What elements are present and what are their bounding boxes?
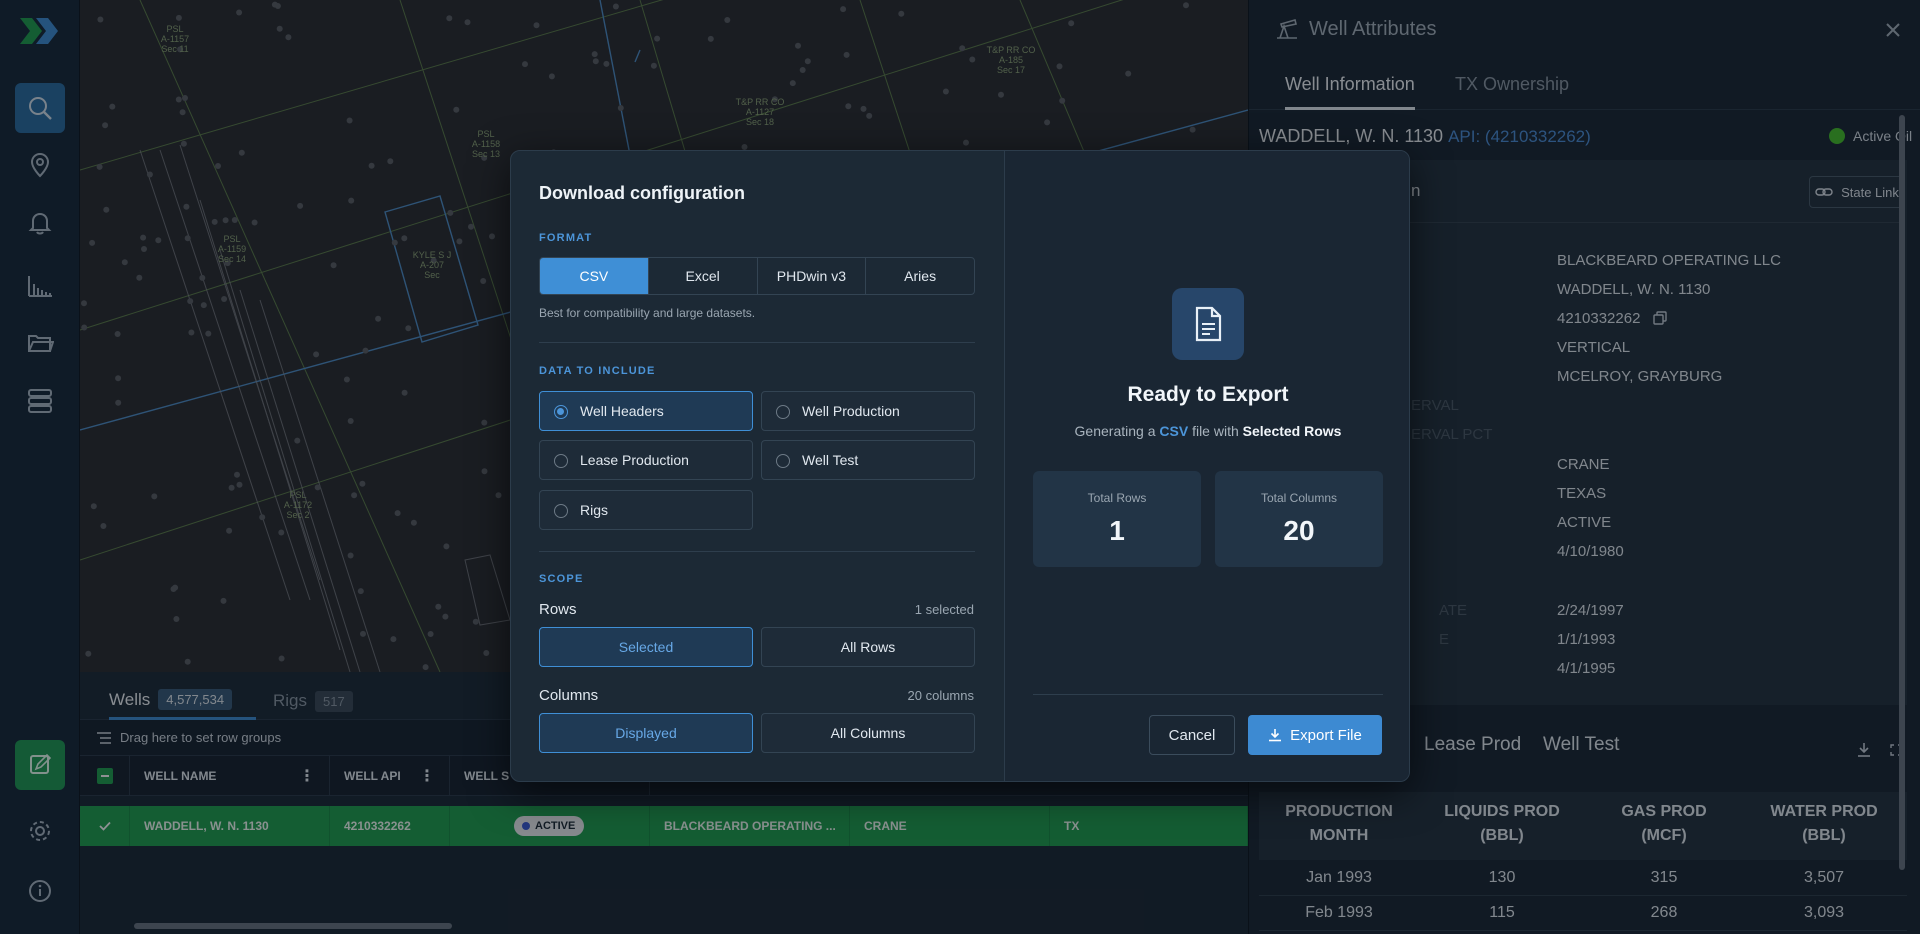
columns-option-displayed[interactable]: Displayed [539,713,753,753]
summary-prefix: Generating a [1074,423,1156,439]
rows-option-selected[interactable]: Selected [539,627,753,667]
summary-scope: Selected Rows [1242,423,1342,439]
format-section-label: FORMAT [539,232,593,244]
data-option-well-test[interactable]: Well Test [761,440,975,480]
export-summary-text: Generating a CSV file with Selected Rows [1005,423,1409,439]
stat-value: 1 [1109,515,1125,546]
rows-option-all[interactable]: All Rows [761,627,975,667]
option-label: Well Test [802,452,859,468]
data-section-label: DATA TO INCLUDE [539,365,656,377]
data-option-well-headers[interactable]: Well Headers [539,391,753,431]
option-label: Well Production [802,403,900,419]
divider [539,551,975,552]
radio-icon [554,405,568,419]
format-option-csv[interactable]: CSV [540,258,649,294]
export-file-label: Export File [1290,726,1362,744]
cancel-button[interactable]: Cancel [1149,715,1235,755]
stat-label: Total Columns [1260,491,1338,505]
divider [1033,694,1383,695]
total-rows-card: Total Rows 1 [1033,471,1201,567]
summary-mid: file with [1192,423,1239,439]
download-config-modal: Download configuration FORMAT CSV Excel … [510,150,1410,782]
radio-icon [776,405,790,419]
option-label: Well Headers [580,403,664,419]
config-pane: Download configuration FORMAT CSV Excel … [511,151,1005,781]
columns-note: 20 columns [907,688,974,703]
data-option-lease-production[interactable]: Lease Production [539,440,753,480]
format-hint: Best for compatibility and large dataset… [539,306,756,320]
rows-note: 1 selected [914,602,974,617]
document-icon [1195,306,1222,342]
download-icon [1269,729,1282,742]
rows-label: Rows [539,601,577,618]
format-option-phdwin[interactable]: PHDwin v3 [758,258,867,294]
radio-icon [554,454,568,468]
total-columns-card: Total Columns 20 [1215,471,1383,567]
app-root: PSL A-1157 Sec 11 PSL A-1158 Sec 13 PSL A-115… [0,0,1920,934]
data-option-rigs[interactable]: Rigs [539,490,753,530]
summary-format: CSV [1159,423,1189,439]
ready-title: Ready to Export [1127,383,1289,406]
option-label: Rigs [580,502,609,518]
export-file-button[interactable]: Export File [1248,715,1382,755]
modal-title: Download configuration [539,183,745,203]
stat-value: 20 [1283,515,1315,546]
stat-label: Total Rows [1087,491,1147,505]
option-label: Lease Production [580,452,689,468]
format-option-excel[interactable]: Excel [649,258,758,294]
document-tile [1172,288,1244,360]
radio-icon [776,454,790,468]
scope-section-label: SCOPE [539,573,584,585]
columns-label: Columns [539,687,599,704]
format-selector: CSV Excel PHDwin v3 Aries [539,257,975,295]
radio-icon [554,504,568,518]
columns-option-all[interactable]: All Columns [761,713,975,753]
data-option-well-production[interactable]: Well Production [761,391,975,431]
format-option-aries[interactable]: Aries [866,258,974,294]
export-summary-pane: Ready to Export Generating a CSV file wi… [1005,151,1409,781]
divider [539,342,975,343]
